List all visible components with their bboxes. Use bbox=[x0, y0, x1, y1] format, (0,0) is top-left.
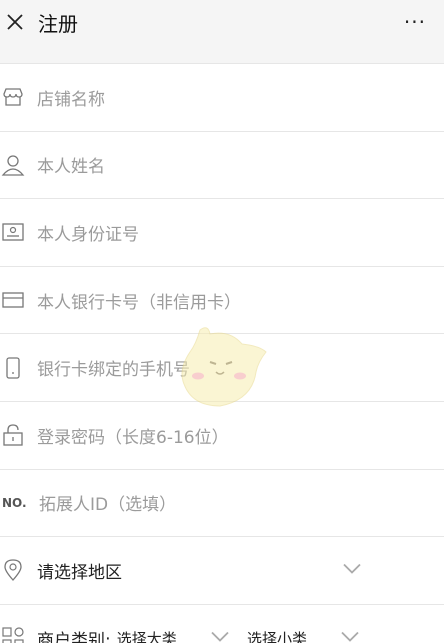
location-pin-icon bbox=[0, 557, 26, 583]
phone-icon bbox=[0, 355, 26, 381]
nav-bar: 注册 ··· bbox=[0, 0, 444, 44]
category-icon bbox=[0, 625, 26, 643]
category-label: 商户类别: bbox=[37, 630, 111, 643]
password-placeholder: 登录密码（长度6-16位） bbox=[37, 427, 229, 448]
store-icon bbox=[0, 84, 26, 110]
password-field[interactable]: 登录密码（长度6-16位） bbox=[0, 402, 444, 470]
user-icon bbox=[0, 152, 26, 178]
header-gap bbox=[0, 44, 444, 64]
category-minor-select[interactable]: 选择小类 bbox=[247, 628, 307, 643]
region-label: 请选择地区 bbox=[37, 562, 122, 583]
page-title: 注册 bbox=[38, 11, 78, 36]
close-button[interactable] bbox=[0, 0, 30, 44]
referrer-id-field[interactable]: NO. 拓展人ID（选填） bbox=[0, 470, 444, 538]
id-card-placeholder: 本人身份证号 bbox=[37, 224, 139, 245]
region-selector[interactable]: 请选择地区 bbox=[0, 537, 444, 605]
referrer-placeholder: 拓展人ID（选填） bbox=[39, 495, 177, 516]
chevron-down-icon[interactable] bbox=[340, 629, 360, 643]
category-selector: 商户类别: 选择大类 选择小类 bbox=[0, 605, 444, 643]
store-name-field[interactable]: 店铺名称 bbox=[0, 64, 444, 132]
store-name-placeholder: 店铺名称 bbox=[37, 89, 105, 110]
chevron-down-icon[interactable] bbox=[210, 629, 230, 643]
registration-form: 店铺名称 本人姓名 本人身份证号 本人银行卡号（非信用卡） 银行卡绑定的手机号 … bbox=[0, 64, 444, 643]
id-card-field[interactable]: 本人身份证号 bbox=[0, 199, 444, 267]
close-icon bbox=[7, 14, 23, 30]
bank-phone-placeholder: 银行卡绑定的手机号 bbox=[37, 360, 190, 381]
bank-card-field[interactable]: 本人银行卡号（非信用卡） bbox=[0, 267, 444, 335]
more-options-button[interactable]: ··· bbox=[404, 10, 426, 34]
owner-name-placeholder: 本人姓名 bbox=[37, 157, 105, 178]
bank-card-placeholder: 本人银行卡号（非信用卡） bbox=[37, 292, 241, 313]
lock-icon bbox=[0, 422, 26, 448]
chevron-down-icon bbox=[342, 561, 362, 580]
category-major-select[interactable]: 选择大类 bbox=[117, 628, 177, 643]
bank-card-icon bbox=[0, 287, 26, 313]
id-card-icon bbox=[0, 219, 26, 245]
number-icon: NO. bbox=[2, 495, 27, 510]
owner-name-field[interactable]: 本人姓名 bbox=[0, 132, 444, 200]
bank-phone-field[interactable]: 银行卡绑定的手机号 bbox=[0, 334, 444, 402]
